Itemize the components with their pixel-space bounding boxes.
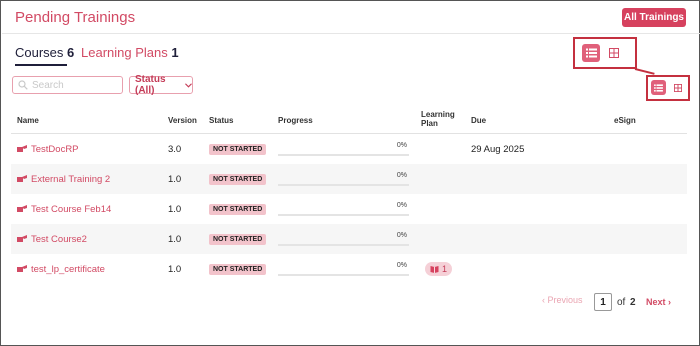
status-badge: NOT STARTED: [209, 143, 267, 155]
learning-plan-count: 1: [442, 264, 448, 274]
table-row: External Training 2 1.0 NOT STARTED 0%: [11, 164, 687, 194]
tab-learning-plans-count: 1: [171, 45, 179, 60]
learning-plan-badge[interactable]: 1: [425, 262, 453, 276]
active-tab-indicator: [15, 64, 67, 66]
progress-percent: 0%: [396, 172, 407, 179]
table-row: test_lp_certificate 1.0 NOT STARTED 0% 1: [11, 254, 687, 284]
next-page-button[interactable]: Next ›: [646, 297, 671, 307]
progress-percent: 0%: [396, 262, 407, 269]
course-version: 3.0: [168, 143, 182, 155]
course-name: Test Course2: [31, 233, 87, 245]
status-cell: NOT STARTED: [209, 164, 267, 194]
status-filter-label: Status (All): [135, 74, 166, 96]
learning-plan-cell: 1: [425, 254, 453, 284]
grid-view-button-small[interactable]: [670, 80, 685, 95]
list-view-icon: [585, 48, 597, 58]
column-header-version[interactable]: Version: [168, 116, 197, 125]
course-name: TestDocRP: [31, 143, 79, 155]
course-version: 1.0: [168, 263, 182, 275]
tab-courses[interactable]: Courses 6: [15, 45, 74, 60]
status-badge: NOT STARTED: [209, 233, 267, 245]
course-name-link[interactable]: Test Course Feb14: [17, 194, 111, 224]
column-header-status[interactable]: Status: [209, 116, 233, 125]
column-header-progress[interactable]: Progress: [278, 116, 313, 125]
tab-courses-count: 6: [67, 45, 75, 60]
header-divider: [2, 33, 700, 34]
course-type-icon: [17, 265, 27, 272]
callout-connector: [634, 68, 655, 75]
progress-percent: 0%: [396, 202, 407, 209]
progress-cell: 0%: [278, 164, 409, 194]
course-name: Test Course Feb14: [31, 203, 112, 215]
course-type-icon: [17, 235, 27, 242]
search-box[interactable]: [12, 76, 123, 94]
progress-percent: 0%: [396, 232, 407, 239]
progress-bar: [278, 184, 409, 186]
search-input[interactable]: [32, 79, 117, 91]
list-view-button-small[interactable]: [651, 80, 666, 95]
course-version: 1.0: [168, 233, 182, 245]
list-view-icon: [654, 83, 663, 92]
status-badge: NOT STARTED: [209, 263, 267, 275]
course-name-link[interactable]: test_lp_certificate: [17, 254, 105, 284]
column-header-esign[interactable]: eSign: [614, 116, 636, 125]
grid-view-icon: [673, 83, 682, 92]
course-type-icon: [17, 205, 27, 212]
pending-trainings-panel: Pending Trainings All Trainings Courses …: [0, 0, 700, 346]
tab-learning-plans-label: Learning Plans: [81, 45, 168, 60]
table-row: TestDocRP 3.0 NOT STARTED 0% 29 Aug 2025: [11, 134, 687, 164]
course-type-icon: [17, 145, 27, 152]
column-header-learning-plan-line1: Learning: [421, 110, 455, 119]
course-type-icon: [17, 175, 27, 182]
course-version: 1.0: [168, 173, 182, 185]
page-title: Pending Trainings: [15, 9, 136, 26]
grid-view-button[interactable]: [605, 44, 623, 62]
due-date: 29 Aug 2025: [471, 143, 525, 155]
progress-cell: 0%: [278, 194, 409, 224]
total-pages: 2: [630, 297, 636, 308]
course-name: External Training 2: [31, 173, 111, 185]
status-badge: NOT STARTED: [209, 173, 267, 185]
list-view-button[interactable]: [582, 44, 600, 62]
column-header-learning-plan-line2: Plan: [421, 119, 438, 128]
status-cell: NOT STARTED: [209, 134, 267, 164]
column-header-learning-plan[interactable]: Learning Plan: [421, 110, 455, 128]
course-name-link[interactable]: Test Course2: [17, 224, 87, 254]
status-cell: NOT STARTED: [209, 194, 267, 224]
column-header-name[interactable]: Name: [17, 116, 39, 125]
previous-page-button[interactable]: ‹ Previous: [542, 295, 583, 305]
status-badge: NOT STARTED: [209, 203, 267, 215]
column-header-due[interactable]: Due: [471, 116, 486, 125]
table-row: Test Course2 1.0 NOT STARTED 0%: [11, 224, 687, 254]
status-filter-dropdown[interactable]: Status (All): [129, 74, 193, 96]
progress-bar: [278, 214, 409, 216]
course-name: test_lp_certificate: [31, 263, 105, 275]
progress-bar: [278, 274, 409, 276]
progress-cell: 0%: [278, 224, 409, 254]
table-row: Test Course Feb14 1.0 NOT STARTED 0%: [11, 194, 687, 224]
progress-bar: [278, 154, 409, 156]
tab-learning-plans[interactable]: Learning Plans 1: [81, 45, 179, 60]
progress-cell: 0%: [278, 254, 409, 284]
course-version: 1.0: [168, 203, 182, 215]
book-icon: [430, 266, 439, 273]
progress-cell: 0%: [278, 134, 409, 164]
progress-bar: [278, 244, 409, 246]
page-of-label: of: [617, 297, 626, 308]
course-name-link[interactable]: TestDocRP: [17, 134, 79, 164]
chevron-down-icon: [185, 82, 192, 88]
search-icon: [18, 80, 28, 90]
current-page-input[interactable]: 1: [594, 293, 612, 311]
grid-view-icon: [609, 48, 619, 58]
course-name-link[interactable]: External Training 2: [17, 164, 110, 194]
progress-percent: 0%: [396, 142, 407, 149]
tab-courses-label: Courses: [15, 45, 64, 60]
status-cell: NOT STARTED: [209, 254, 267, 284]
status-cell: NOT STARTED: [209, 224, 267, 254]
all-trainings-button[interactable]: All Trainings: [622, 8, 686, 27]
